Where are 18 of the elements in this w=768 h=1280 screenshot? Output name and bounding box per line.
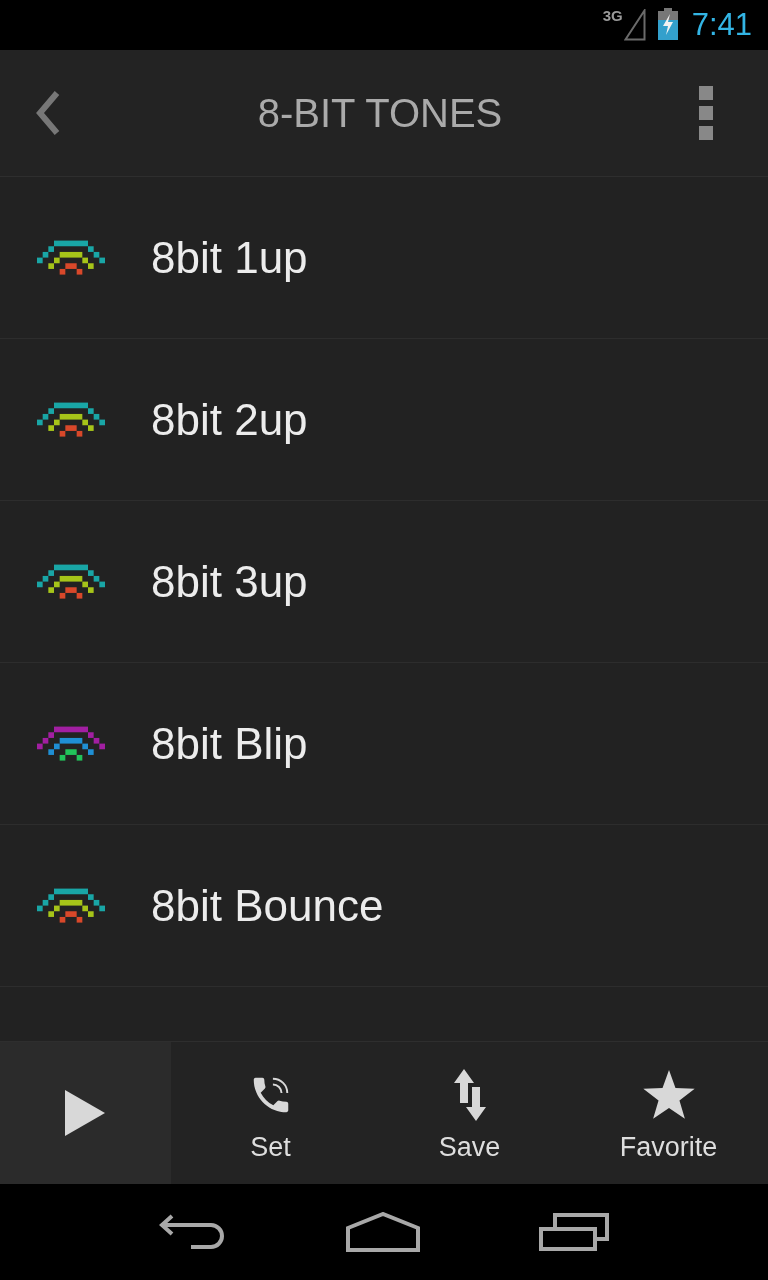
screen-title: 8-BIT TONES — [257, 90, 503, 137]
overflow-menu-icon[interactable] — [699, 86, 713, 140]
pixel-art-icon — [37, 402, 105, 437]
network-type-label: 3G — [602, 8, 623, 24]
pixel-art-icon — [37, 240, 105, 275]
pixel-art-icon — [37, 888, 105, 923]
signal-icon — [623, 9, 646, 41]
play-button[interactable] — [0, 1042, 171, 1184]
recent-apps-icon[interactable] — [538, 1213, 609, 1251]
back-icon[interactable] — [35, 91, 61, 135]
star-icon — [641, 1070, 696, 1120]
up-down-arrows-icon — [453, 1069, 486, 1121]
home-icon[interactable] — [346, 1212, 420, 1252]
battery-icon — [657, 8, 678, 40]
pixel-art-icon — [37, 564, 105, 599]
play-icon — [64, 1090, 105, 1136]
pixel-art-icon — [37, 726, 105, 761]
clock-time: 7:41 — [691, 6, 752, 44]
